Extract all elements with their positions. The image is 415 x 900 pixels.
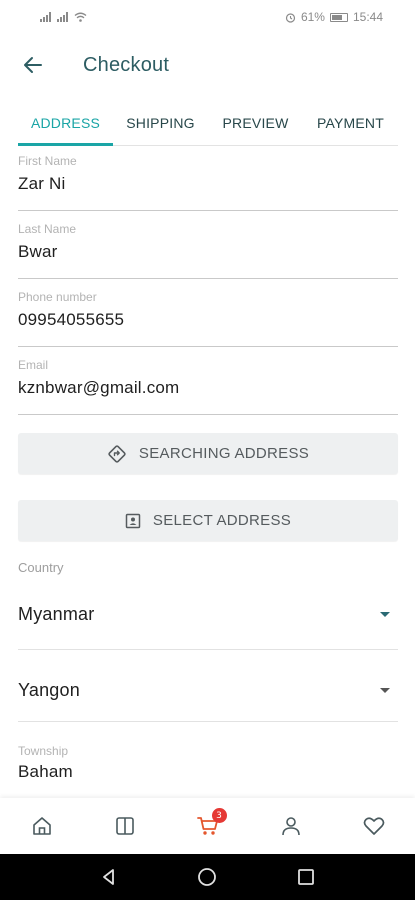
system-nav-bar bbox=[0, 854, 415, 900]
status-bar: 61% 15:44 bbox=[0, 0, 415, 34]
nav-categories[interactable] bbox=[95, 798, 155, 854]
first-name-label: First Name bbox=[18, 154, 77, 168]
tab-payment[interactable]: PAYMENT bbox=[303, 100, 398, 145]
wifi-icon bbox=[74, 12, 87, 22]
phone-field[interactable]: Phone number 09954055655 bbox=[18, 290, 398, 347]
clock: 15:44 bbox=[352, 10, 383, 24]
cart-badge: 3 bbox=[211, 808, 227, 823]
tab-address[interactable]: ADDRESS bbox=[18, 100, 113, 146]
status-right: 61% 15:44 bbox=[285, 10, 383, 24]
nav-cart[interactable]: 3 bbox=[178, 798, 238, 854]
page-title: Checkout bbox=[83, 53, 170, 76]
recents-square-icon[interactable] bbox=[296, 867, 316, 887]
back-button[interactable] bbox=[3, 40, 63, 90]
first-name-field[interactable]: First Name Zar Ni bbox=[18, 154, 398, 211]
email-field[interactable]: Email kznbwar@gmail.com bbox=[18, 358, 398, 415]
email-label: Email bbox=[18, 358, 49, 372]
chevron-down-icon bbox=[380, 612, 390, 617]
contact-card-icon bbox=[125, 513, 141, 528]
select-address-label: SELECT ADDRESS bbox=[152, 512, 292, 529]
tab-preview[interactable]: PREVIEW bbox=[208, 100, 303, 145]
heart-icon bbox=[363, 817, 384, 835]
nav-wishlist[interactable] bbox=[344, 798, 404, 854]
user-icon bbox=[281, 817, 300, 836]
township-value: Baham bbox=[18, 762, 73, 781]
bottom-nav: 3 bbox=[0, 798, 415, 854]
app-bar: Checkout bbox=[0, 40, 415, 90]
home-icon bbox=[32, 817, 51, 835]
country-value: Myanmar bbox=[18, 604, 95, 624]
chevron-down-icon bbox=[380, 688, 390, 693]
region-select[interactable]: Yangon bbox=[18, 660, 398, 722]
nav-home[interactable] bbox=[12, 798, 72, 854]
battery-percent: 61% bbox=[300, 10, 325, 24]
region-value: Yangon bbox=[18, 680, 80, 700]
searching-address-button[interactable]: SEARCHING ADDRESS bbox=[18, 433, 398, 474]
categories-icon bbox=[115, 817, 134, 835]
status-left bbox=[40, 12, 87, 22]
back-triangle-icon[interactable] bbox=[99, 867, 119, 887]
back-arrow-icon bbox=[24, 57, 42, 73]
country-label: Country bbox=[18, 560, 64, 575]
email-input[interactable]: kznbwar@gmail.com bbox=[18, 378, 398, 398]
searching-address-label: SEARCHING ADDRESS bbox=[138, 445, 310, 462]
alarm-icon bbox=[285, 12, 296, 23]
last-name-input[interactable]: Bwar bbox=[18, 242, 398, 262]
nav-account[interactable] bbox=[261, 798, 321, 854]
directions-icon bbox=[108, 444, 126, 463]
country-select[interactable]: Myanmar bbox=[18, 580, 398, 650]
township-field[interactable]: Township Baham bbox=[18, 744, 398, 792]
select-address-button[interactable]: SELECT ADDRESS bbox=[18, 500, 398, 541]
township-label: Township bbox=[18, 744, 69, 758]
signal-icon bbox=[40, 12, 51, 22]
first-name-input[interactable]: Zar Ni bbox=[18, 174, 398, 194]
last-name-label: Last Name bbox=[18, 222, 77, 236]
signal-icon bbox=[57, 12, 68, 22]
home-circle-icon[interactable] bbox=[196, 866, 218, 888]
phone-label: Phone number bbox=[18, 290, 97, 304]
battery-icon bbox=[329, 12, 348, 22]
phone-input[interactable]: 09954055655 bbox=[18, 310, 398, 330]
tab-shipping[interactable]: SHIPPING bbox=[113, 100, 208, 145]
checkout-tabs: ADDRESS SHIPPING PREVIEW PAYMENT bbox=[18, 100, 398, 146]
last-name-field[interactable]: Last Name Bwar bbox=[18, 222, 398, 279]
